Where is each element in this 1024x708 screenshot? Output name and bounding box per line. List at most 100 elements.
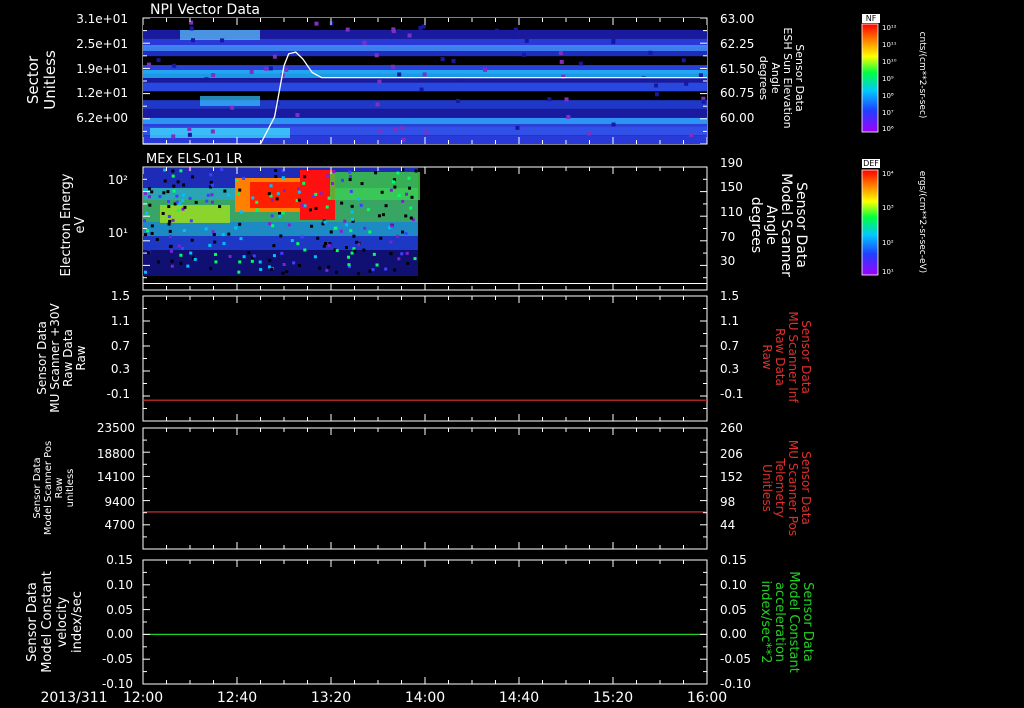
svg-text:Sensor Data: Sensor Data [793,182,809,268]
heatmap-cell [511,34,516,39]
heatmap-cell [172,189,176,193]
heatmap-cell [362,248,366,252]
heatmap-cell [189,26,194,31]
const-ytick-5: -0.05 [102,652,133,666]
npi-rlabel: Sensor Data ESH Sun Elevation Angle degr… [757,27,806,128]
heatmap-cell [278,214,282,218]
heatmap-cell [314,206,318,210]
heatmap-cell [587,131,592,136]
pos-ytick-3: 14100 [97,470,135,484]
mu-ytick-1: 1.5 [111,289,130,303]
heatmap-cell [681,58,686,63]
const-ytick-2: 0.10 [106,578,133,592]
heatmap-cell [406,261,410,265]
els-rlabel: Sensor Data Model Scanner Angle degrees [748,173,809,277]
heatmap-cell [156,58,161,63]
const-ytick-6: -0.10 [102,677,133,691]
heatmap-cell [295,113,300,118]
heatmap-cell [344,245,348,249]
heatmap-cell [189,219,193,223]
heatmap-cell [397,29,402,34]
svg-text:Sensor Data: Sensor Data [799,320,813,394]
heatmap-cell [366,208,370,212]
els-ytick-1: 10² [108,173,128,187]
heatmap-cell [213,252,217,256]
pos-rtick-2: 206 [720,447,743,461]
heatmap-cell [414,169,418,173]
npi-ytick-1: 3.1e+01 [76,12,128,26]
els-colorbar-label: DEF [863,159,879,168]
heatmap-cell [150,231,154,235]
heatmap-cell [143,219,147,223]
heatmap-cell [175,200,179,204]
heatmap-cell [143,56,707,66]
heatmap-cell [169,234,173,238]
heatmap-cell [515,125,520,130]
els-colorbar-unit: ergs/(cm**2-sr-sec-eV) [917,171,927,273]
const-rlabel: Sensor Data Model Constant acceleration … [758,571,815,673]
heatmap-cell [272,244,276,248]
heatmap-cell [410,195,414,199]
pos-ytick-4: 9400 [104,495,135,509]
svg-text:degrees: degrees [748,197,764,253]
svg-text:index/sec: index/sec [70,591,85,653]
heatmap-cell [255,200,259,204]
heatmap-cell [204,227,208,231]
heatmap-cell [300,203,304,207]
heatmap-cell [208,243,212,247]
xtick-label-6: 15:20 [593,690,633,706]
heatmap-cell [251,196,255,200]
heatmap-cell [419,87,424,92]
svg-text:Telemetry: Telemetry [773,457,787,517]
heatmap-cell [323,220,327,224]
xtick-label-2: 12:40 [217,690,257,706]
heatmap-cell [176,208,180,212]
heatmap-cell [171,218,175,222]
heatmap-cell [684,81,689,86]
npi-colorbar-unit: cnts/(cm**2-sr-sec) [917,32,927,119]
heatmap-cell [158,194,162,198]
mu-rtick-3: 0.7 [720,339,739,353]
heatmap-cell [357,272,361,276]
panel-constant [142,559,708,685]
heatmap-cell [393,127,398,132]
heatmap-cell [162,191,166,195]
npi-rtick-5: 60.00 [720,111,754,125]
heatmap-cell [171,174,175,178]
heatmap-cell [242,255,246,259]
svg-text:10⁶: 10⁶ [882,125,894,133]
heatmap-cell [182,183,186,187]
heatmap-cell [210,200,214,204]
mu-rtick-5: -0.1 [720,387,743,401]
heatmap-cell [374,53,379,58]
const-ylabel: Sensor Data Model Constant velocity inde… [25,571,85,673]
heatmap-cell [459,78,464,83]
heatmap-cell [179,169,183,173]
heatmap-cell [267,192,271,196]
heatmap-cell [143,236,418,250]
heatmap-cell [179,253,183,257]
heatmap-cell [146,62,151,67]
pos-ylabel: Sensor Data Model Scanner Pos Raw unitle… [32,441,76,535]
heatmap-cell [147,187,151,191]
pos-rtick-3: 152 [720,470,743,484]
heatmap-cell [168,219,172,223]
heatmap-cell [249,69,254,74]
heatmap-cell [513,27,518,32]
heatmap-cell [270,214,274,218]
heatmap-cell [143,118,707,124]
heatmap-cell [155,238,159,242]
mu-ytick-4: 0.3 [111,362,130,376]
svg-text:Sector: Sector [24,55,42,104]
heatmap-cell [144,270,148,274]
svg-text:acceleration: acceleration [772,582,787,662]
heatmap-cell [345,223,349,227]
mu-ytick-5: -0.1 [107,387,130,401]
heatmap-cell [395,234,399,238]
heatmap-cell [214,260,218,264]
svg-text:Sensor Data: Sensor Data [35,321,49,395]
heatmap-cell [325,205,329,209]
heatmap-cell [170,259,174,263]
svg-text:MU Scanner Inf: MU Scanner Inf [786,311,800,403]
heatmap-cell [268,66,273,71]
